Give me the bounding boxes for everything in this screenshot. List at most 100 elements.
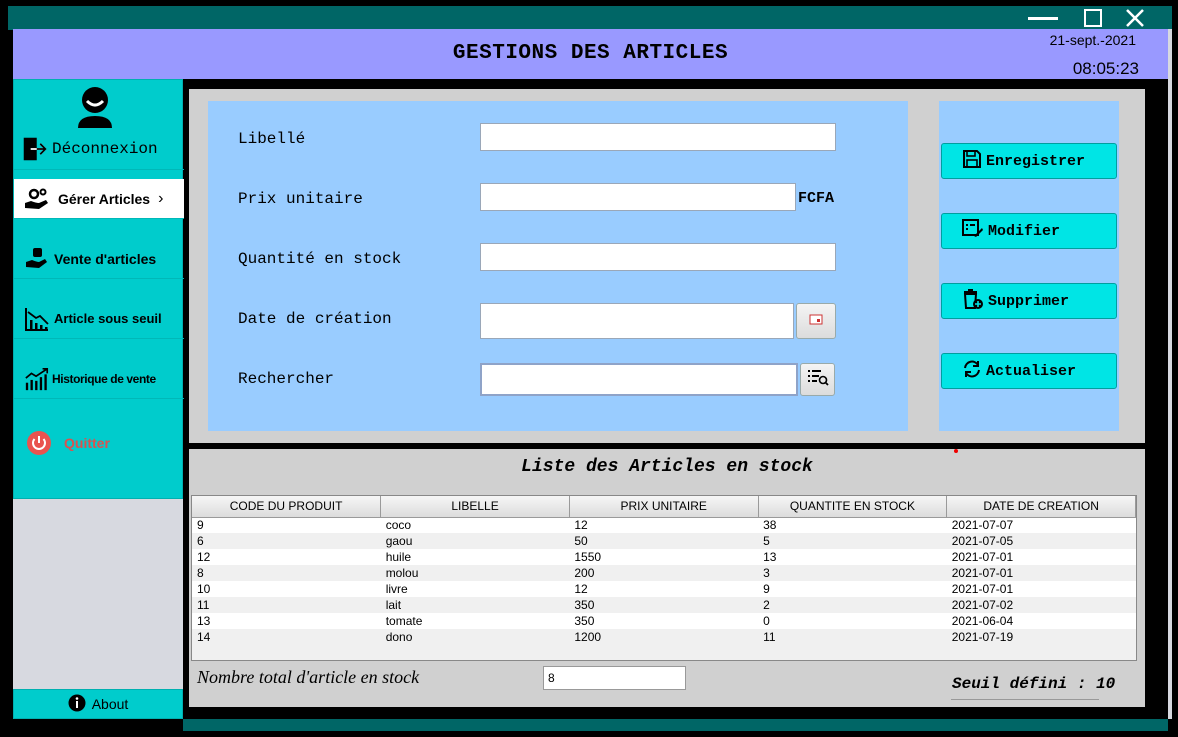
- table-row[interactable]: 14 dono 1200 11 2021-07-19: [192, 629, 1136, 645]
- table-row[interactable]: 11 lait 350 2 2021-07-02: [192, 597, 1136, 613]
- table-cell: 9: [758, 581, 947, 597]
- prix-unitaire-label: Prix unitaire: [238, 190, 363, 208]
- table-cell: molou: [380, 565, 570, 581]
- table-cell: 12: [569, 581, 759, 597]
- current-date: 21-sept.-2021: [1049, 32, 1136, 48]
- libelle-label: Libellé: [238, 130, 306, 148]
- close-button[interactable]: [1118, 6, 1152, 30]
- table-cell: tomate: [380, 613, 570, 629]
- delete-icon: [962, 288, 984, 315]
- sidebar-item-label: Gérer Articles: [58, 190, 151, 207]
- table-cell: 2021-07-01: [946, 549, 1136, 565]
- window-edge: [1168, 29, 1172, 719]
- table-cell: 2021-07-07: [946, 517, 1136, 533]
- table-cell: 11: [758, 629, 947, 645]
- table-cell: 3: [758, 565, 947, 581]
- quantite-input[interactable]: [480, 243, 836, 271]
- maximize-icon: [1084, 9, 1102, 27]
- power-icon: [26, 430, 52, 456]
- sidebar: Déconnexion Gérer Articles › Vente d'art…: [13, 79, 184, 719]
- currency-label: FCFA: [798, 190, 835, 207]
- table-row[interactable]: 8 molou 200 3 2021-07-01: [192, 565, 1136, 581]
- total-count-field[interactable]: [543, 666, 686, 690]
- table-row[interactable]: 13 tomate 350 0 2021-06-04: [192, 613, 1136, 629]
- sidebar-item-quitter[interactable]: Quitter: [14, 423, 184, 463]
- table-cell: 2021-07-01: [946, 565, 1136, 581]
- table-cell: 2021-07-19: [946, 629, 1136, 645]
- table-cell: 5: [758, 533, 947, 549]
- libelle-input[interactable]: [480, 123, 836, 151]
- column-header[interactable]: LIBELLE: [380, 496, 570, 518]
- search-input[interactable]: [480, 363, 798, 396]
- table-cell: coco: [380, 517, 570, 533]
- table-row[interactable]: 9 coco 12 38 2021-07-07: [192, 517, 1136, 533]
- article-form-section: Libellé Prix unitaire FCFA Quantité en s…: [189, 89, 1145, 443]
- window-titlebar: [8, 6, 1172, 30]
- article-list-section: Liste des Articles en stock CODE DU PROD…: [189, 449, 1145, 707]
- about-button[interactable]: About: [13, 689, 183, 719]
- close-icon: [1126, 9, 1144, 27]
- logout-icon: [22, 136, 48, 162]
- minimize-button[interactable]: [1026, 6, 1060, 30]
- table-cell: gaou: [380, 533, 570, 549]
- sales-history-chart-icon: [24, 366, 50, 392]
- table-cell: 12: [569, 517, 759, 533]
- table-cell: 350: [569, 597, 759, 613]
- actualiser-button[interactable]: Actualiser: [941, 353, 1117, 389]
- sidebar-item-vente-articles[interactable]: Vente d'articles: [14, 239, 184, 279]
- table-cell: 2021-07-01: [946, 581, 1136, 597]
- table-cell: lait: [380, 597, 570, 613]
- current-time: 08:05:23: [1072, 59, 1139, 78]
- table-cell: huile: [380, 549, 570, 565]
- supprimer-label: Supprimer: [988, 292, 1070, 310]
- table-cell: livre: [380, 581, 570, 597]
- table-row[interactable]: 10 livre 12 9 2021-07-01: [192, 581, 1136, 597]
- date-picker-button[interactable]: [796, 303, 836, 339]
- table-cell: 13: [192, 613, 381, 629]
- search-button[interactable]: [800, 363, 835, 396]
- articles-table[interactable]: CODE DU PRODUIT LIBELLE PRIX UNITAIRE QU…: [191, 495, 1137, 661]
- column-header[interactable]: QUANTITE EN STOCK: [758, 496, 948, 518]
- table-cell: 11: [192, 597, 381, 613]
- actualiser-label: Actualiser: [986, 362, 1077, 380]
- user-avatar-icon: [74, 84, 116, 133]
- enregistrer-button[interactable]: Enregistrer: [941, 143, 1117, 179]
- table-cell: 350: [569, 613, 759, 629]
- page-title: GESTIONS DES ARTICLES: [452, 42, 729, 65]
- threshold-label: Seuil défini : 10: [952, 675, 1116, 693]
- list-title: Liste des Articles en stock: [521, 457, 813, 477]
- sidebar-item-gerer-articles[interactable]: Gérer Articles ›: [14, 179, 184, 219]
- quantite-label: Quantité en stock: [238, 250, 402, 268]
- table-row[interactable]: 6 gaou 50 5 2021-07-05: [192, 533, 1136, 549]
- table-row[interactable]: 12 huile 1550 13 2021-07-01: [192, 549, 1136, 565]
- manage-articles-icon: [24, 186, 50, 212]
- about-label: About: [91, 696, 129, 712]
- sidebar-item-label: Article sous seuil: [54, 311, 162, 326]
- app-header: GESTIONS DES ARTICLES 21-sept.-2021 08:0…: [13, 29, 1168, 79]
- date-creation-input[interactable]: [480, 303, 794, 339]
- supprimer-button[interactable]: Supprimer: [941, 283, 1117, 319]
- total-count-label: Nombre total d'article en stock: [197, 667, 420, 687]
- column-header[interactable]: PRIX UNITAIRE: [569, 496, 759, 518]
- column-header[interactable]: DATE DE CREATION: [946, 496, 1136, 518]
- table-cell: 10: [192, 581, 381, 597]
- refresh-icon: [962, 359, 982, 384]
- table-cell: 200: [569, 565, 759, 581]
- action-panel: Enregistrer Modifier Supprimer Actualise…: [939, 101, 1119, 431]
- sidebar-item-historique-vente[interactable]: Historique de vente: [14, 359, 184, 399]
- sidebar-item-label: Historique de vente: [52, 371, 156, 386]
- table-cell: 12: [192, 549, 381, 565]
- info-icon: [68, 694, 86, 715]
- column-header[interactable]: CODE DU PRODUIT: [192, 496, 382, 518]
- table-cell: 8: [192, 565, 381, 581]
- sidebar-item-label: Vente d'articles: [54, 250, 157, 267]
- table-cell: 2021-07-05: [946, 533, 1136, 549]
- prix-unitaire-input[interactable]: [480, 183, 796, 211]
- sidebar-item-article-sous-seuil[interactable]: Article sous seuil: [14, 299, 184, 339]
- maximize-button[interactable]: [1076, 6, 1110, 30]
- minimize-icon: [1028, 17, 1058, 20]
- modifier-button[interactable]: Modifier: [941, 213, 1117, 249]
- table-cell: 2: [758, 597, 947, 613]
- sidebar-item-deconnexion[interactable]: Déconnexion: [14, 128, 184, 170]
- edit-icon: [962, 218, 984, 244]
